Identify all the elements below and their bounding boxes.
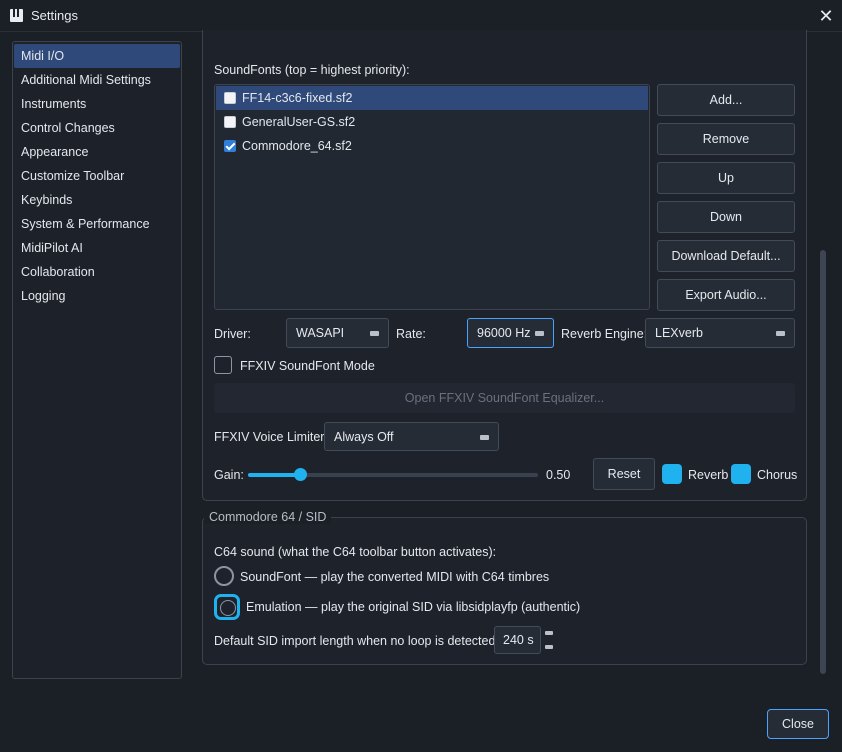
sidebar-item-customize-toolbar[interactable]: Customize Toolbar [14, 164, 180, 188]
remove-soundfont-button[interactable]: Remove [657, 123, 795, 155]
spin-up-icon[interactable] [545, 631, 553, 635]
ffxiv-mode-checkbox[interactable] [214, 356, 232, 374]
ffxiv-mode-label: FFXIV SoundFont Mode [240, 359, 375, 373]
sidebar-item-instruments[interactable]: Instruments [14, 92, 180, 116]
reverb-engine-select[interactable]: LEXverb [645, 318, 795, 348]
sidebar-item-keybinds[interactable]: Keybinds [14, 188, 180, 212]
list-item[interactable]: GeneralUser-GS.sf2 [216, 110, 648, 134]
c64-group-title: Commodore 64 / SID [204, 510, 332, 524]
gain-label: Gain: [214, 468, 244, 482]
rate-value: 96000 Hz [477, 326, 531, 340]
reverb-checkbox[interactable] [662, 464, 682, 484]
move-up-button[interactable]: Up [657, 162, 795, 194]
sidebar-item-midipilot-ai[interactable]: MidiPilot AI [14, 236, 180, 260]
gain-slider-fill [248, 473, 300, 477]
sidebar-item-collaboration[interactable]: Collaboration [14, 260, 180, 284]
checkbox[interactable] [224, 116, 236, 128]
settings-sidebar: Midi I/O Additional Midi Settings Instru… [12, 41, 182, 679]
close-icon[interactable]: ✕ [814, 4, 838, 28]
spin-down-icon[interactable] [545, 645, 553, 649]
sid-length-spinbox[interactable]: 240 s [494, 626, 541, 654]
reverb-engine-value: LEXverb [655, 326, 703, 340]
driver-label: Driver: [214, 327, 251, 341]
soundfont-name: Commodore_64.sf2 [242, 139, 352, 153]
scrollbar-thumb[interactable] [820, 250, 826, 674]
sid-length-value: 240 s [503, 633, 534, 647]
driver-select[interactable]: WASAPI [286, 318, 389, 348]
chorus-label: Chorus [757, 468, 798, 482]
checkbox[interactable] [224, 92, 236, 104]
chorus-checkbox[interactable] [731, 464, 751, 484]
emulation-option-label: Emulation — play the original SID via li… [246, 600, 581, 614]
soundfont-name: FF14-c3c6-fixed.sf2 [242, 91, 353, 105]
dropdown-icon [480, 434, 489, 440]
sidebar-item-control-changes[interactable]: Control Changes [14, 116, 180, 140]
close-button[interactable]: Close [767, 709, 829, 739]
move-down-button[interactable]: Down [657, 201, 795, 233]
soundfont-option-label: SoundFont — play the converted MIDI with… [240, 570, 550, 584]
voice-limiter-label: FFXIV Voice Limiter: [214, 430, 328, 444]
soundfont-radio[interactable] [214, 566, 234, 586]
sidebar-item-appearance[interactable]: Appearance [14, 140, 180, 164]
download-default-button[interactable]: Download Default... [657, 240, 795, 272]
sidebar-item-system-performance[interactable]: System & Performance [14, 212, 180, 236]
soundfont-name: GeneralUser-GS.sf2 [242, 115, 356, 129]
dropdown-icon [370, 331, 379, 336]
c64-sound-heading: C64 sound (what the C64 toolbar button a… [214, 545, 497, 559]
rate-select[interactable]: 96000 Hz [467, 318, 554, 348]
soundfont-list[interactable]: FF14-c3c6-fixed.sf2 GeneralUser-GS.sf2 C… [214, 84, 650, 310]
checkbox-checked[interactable] [224, 140, 236, 152]
voice-limiter-select[interactable]: Always Off [324, 422, 499, 451]
gain-value: 0.50 [546, 468, 571, 482]
emulation-radio[interactable] [214, 594, 240, 620]
export-audio-button[interactable]: Export Audio... [657, 279, 795, 311]
reverb-engine-label: Reverb Engine: [561, 327, 648, 341]
reset-button[interactable]: Reset [593, 458, 655, 490]
title-bar [0, 0, 842, 32]
dropdown-icon [535, 331, 544, 336]
add-soundfont-button[interactable]: Add... [657, 84, 795, 116]
sidebar-item-logging[interactable]: Logging [14, 284, 180, 308]
list-item[interactable]: FF14-c3c6-fixed.sf2 [216, 86, 648, 110]
gain-slider-handle[interactable] [294, 468, 307, 481]
ffxiv-equalizer-button[interactable]: Open FFXIV SoundFont Equalizer... [214, 383, 795, 413]
window-title: Settings [31, 8, 78, 23]
dropdown-icon [776, 331, 785, 336]
reverb-label: Reverb [688, 468, 729, 482]
voice-limiter-value: Always Off [334, 429, 394, 444]
sidebar-item-midi-io[interactable]: Midi I/O [14, 44, 180, 68]
sidebar-item-additional-midi-settings[interactable]: Additional Midi Settings [14, 68, 180, 92]
driver-value: WASAPI [296, 326, 345, 340]
soundfonts-heading: SoundFonts (top = highest priority): [214, 63, 410, 77]
piano-keys-icon [10, 9, 23, 22]
list-item[interactable]: Commodore_64.sf2 [216, 134, 648, 158]
rate-label: Rate: [396, 327, 426, 341]
sid-length-label: Default SID import length when no loop i… [214, 634, 499, 648]
